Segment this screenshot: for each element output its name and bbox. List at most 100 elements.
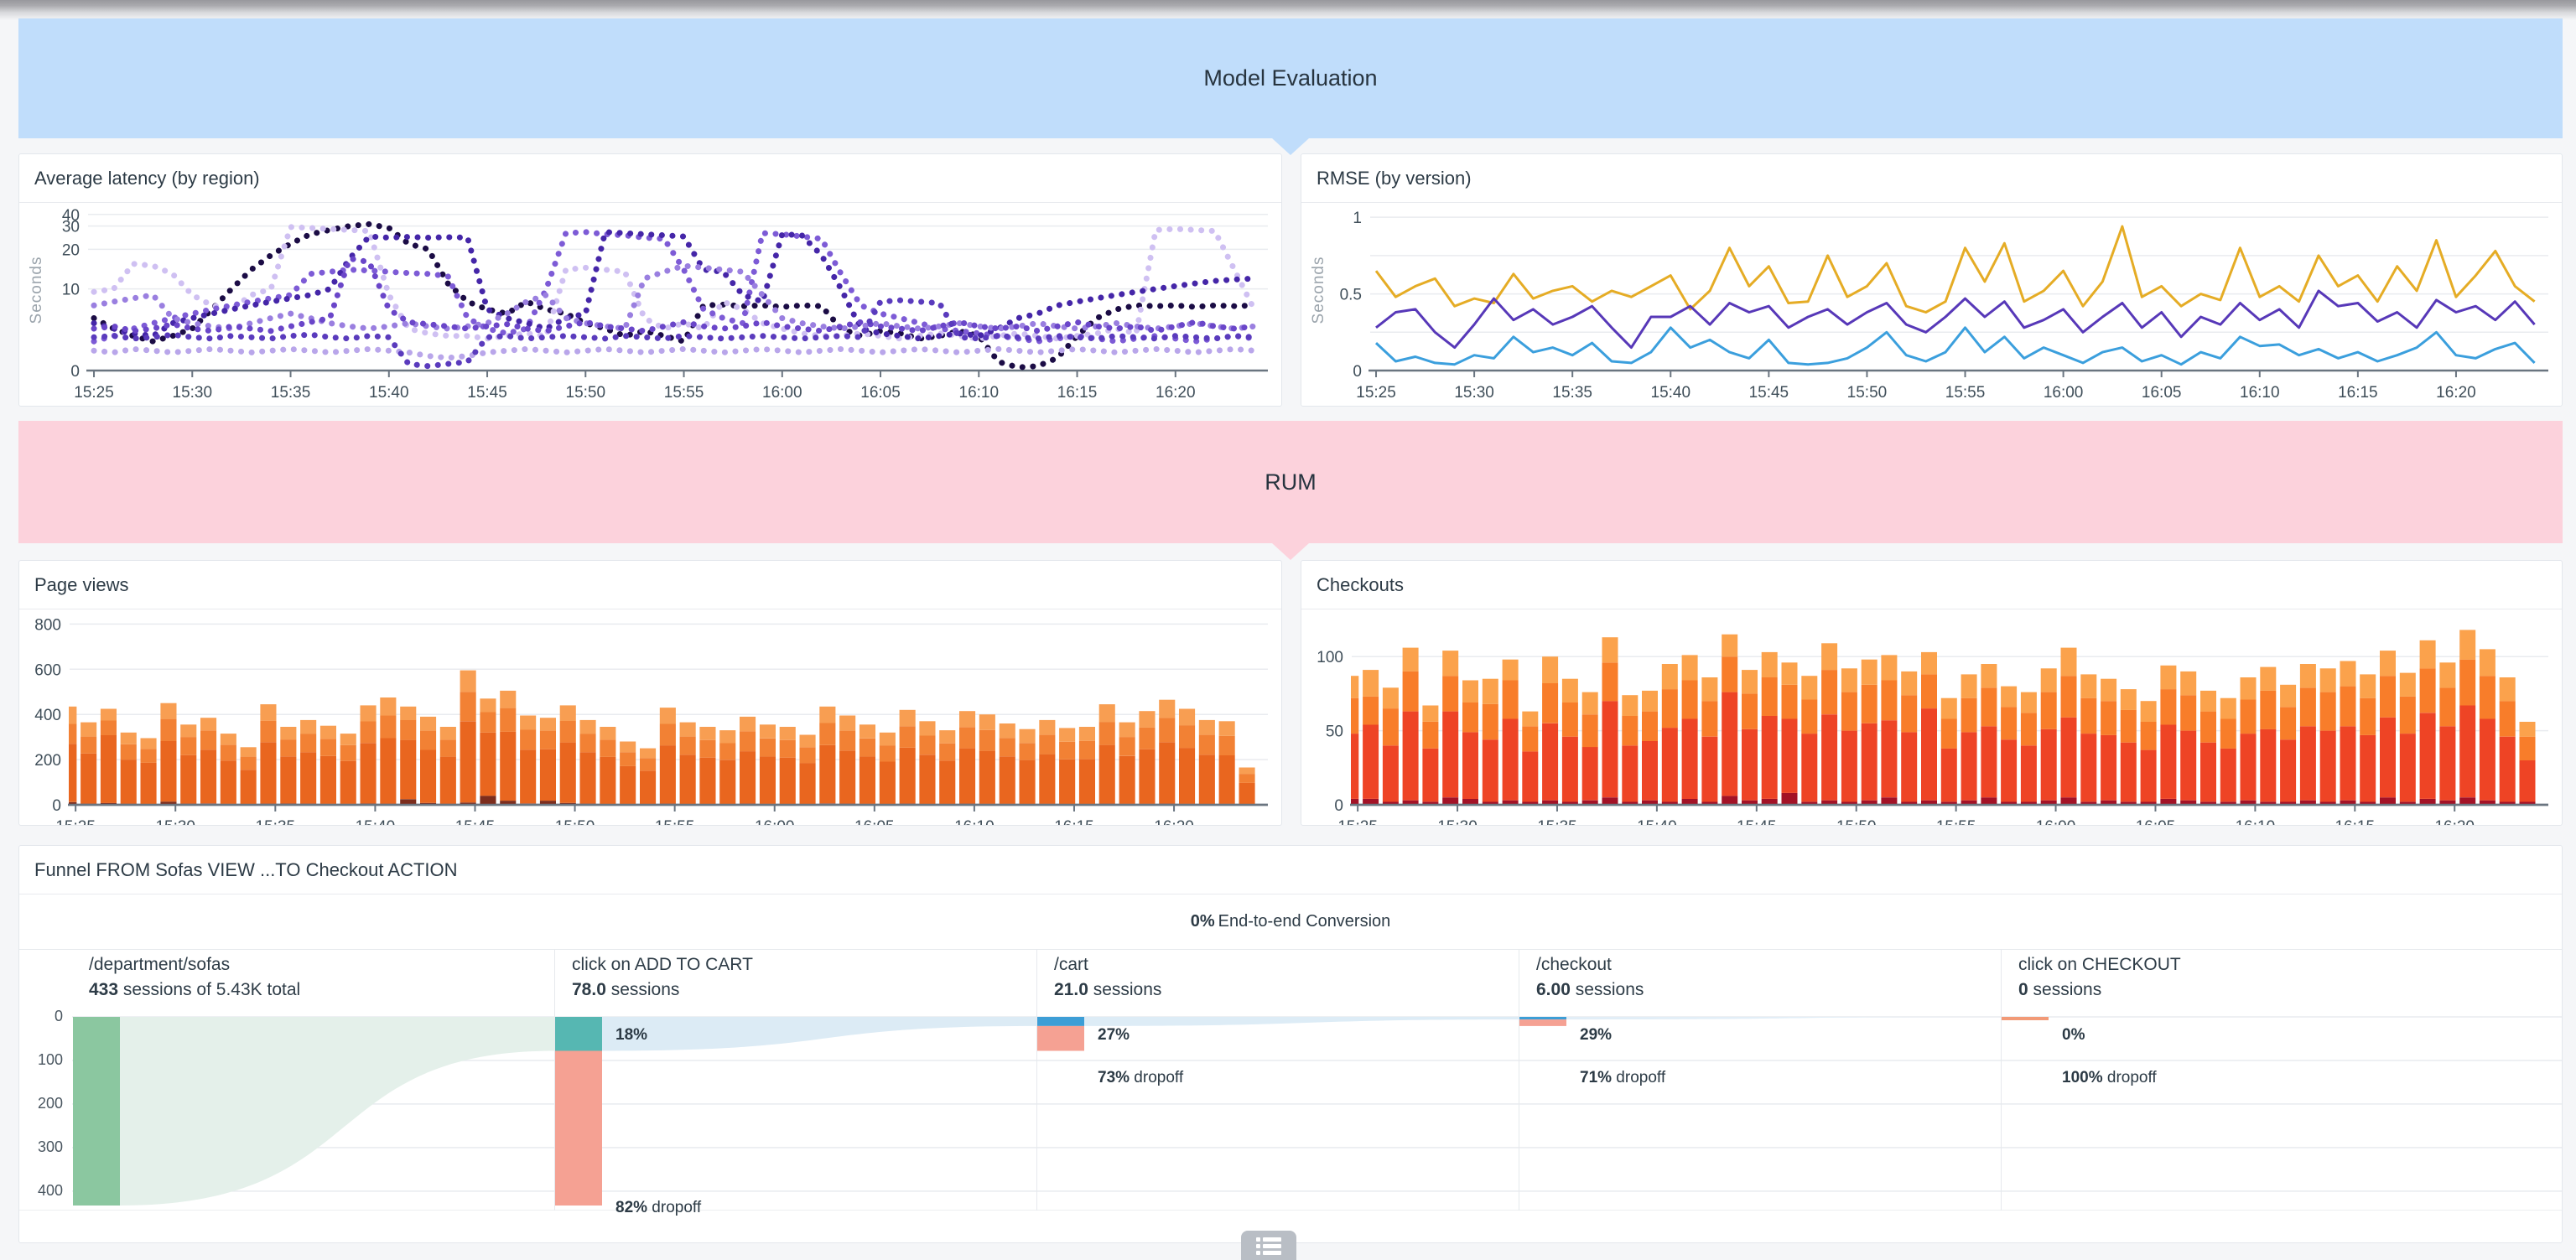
funnel-stage-column: /cart 21.0 sessions 27% 73% dropoff (1036, 950, 1519, 1211)
svg-text:15:40: 15:40 (356, 818, 396, 825)
funnel-stage-dropoff: 100% dropoff (2062, 1069, 2157, 1087)
funnel-stage-name: /cart (1054, 955, 1088, 975)
checkouts-svg: 05010015:2515:3015:3515:4015:4515:5015:5… (1301, 609, 2562, 825)
widget-checkouts: Checkouts 05010015:2515:3015:3515:4015:4… (1301, 560, 2563, 826)
svg-text:16:20: 16:20 (2434, 818, 2475, 825)
svg-text:16:05: 16:05 (860, 384, 901, 402)
funnel-stage-sessions: 433 sessions of 5.43K total (89, 980, 300, 1000)
svg-text:800: 800 (34, 616, 61, 634)
svg-text:15:45: 15:45 (467, 384, 507, 402)
banner-model-evaluation-label: Model Evaluation (1203, 65, 1377, 91)
funnel-y-tick: 300 (19, 1138, 63, 1156)
svg-text:Seconds: Seconds (1310, 257, 1327, 324)
svg-text:16:10: 16:10 (2236, 818, 2276, 825)
funnel-stage-column: /checkout 6.00 sessions29%71% dropoff (1519, 950, 2001, 1211)
svg-text:16:15: 16:15 (2338, 384, 2378, 402)
svg-text:1: 1 (1353, 210, 1362, 227)
widget-rmse: RMSE (by version) 00.5115:2515:3015:3515… (1301, 153, 2563, 407)
funnel-stage-sessions: 6.00 sessions (1536, 980, 1644, 1000)
svg-text:16:00: 16:00 (2036, 818, 2076, 825)
chart-title-rmse: RMSE (by version) (1301, 154, 2562, 203)
rmse-svg: 00.5115:2515:3015:3515:4015:4515:5015:55… (1301, 203, 2562, 406)
funnel-conversion-value: 0% (1191, 912, 1215, 931)
svg-text:16:05: 16:05 (2142, 384, 2182, 402)
funnel-stage-sessions: 21.0 sessions (1054, 980, 1161, 1000)
svg-text:15:55: 15:55 (664, 384, 704, 402)
svg-text:16:10: 16:10 (954, 818, 995, 825)
banner-rum: RUM (18, 421, 2563, 543)
window-chrome-shadow (0, 0, 2576, 20)
svg-text:15:25: 15:25 (1356, 384, 1396, 402)
svg-text:40: 40 (62, 207, 80, 225)
svg-text:Seconds: Seconds (28, 257, 45, 324)
svg-text:100: 100 (1317, 649, 1343, 666)
funnel-stage-dropoff: 73% dropoff (1098, 1069, 1183, 1087)
banner-notch (1272, 543, 1309, 560)
svg-text:16:15: 16:15 (2335, 818, 2376, 825)
svg-text:10: 10 (62, 282, 80, 299)
list-view-button[interactable] (1241, 1231, 1296, 1260)
svg-text:15:30: 15:30 (1454, 384, 1494, 402)
svg-text:16:00: 16:00 (2044, 384, 2084, 402)
svg-text:15:25: 15:25 (1337, 818, 1378, 825)
svg-text:15:50: 15:50 (555, 818, 595, 825)
widget-page-views: Page views 020040060080015:2515:3015:351… (18, 560, 1282, 826)
banner-rum-label: RUM (1265, 469, 1317, 495)
banner-notch (1272, 138, 1309, 155)
rmse-chart-plot[interactable]: 00.5115:2515:3015:3515:4015:4515:5015:55… (1301, 203, 2562, 406)
svg-text:15:45: 15:45 (1749, 384, 1789, 402)
checkouts-chart-plot[interactable]: 05010015:2515:3015:3515:4015:4515:5015:5… (1301, 609, 2562, 825)
svg-text:15:30: 15:30 (173, 384, 213, 402)
list-icon (1256, 1237, 1281, 1257)
svg-text:15:45: 15:45 (455, 818, 496, 825)
svg-text:15:50: 15:50 (566, 384, 606, 402)
funnel-y-tick: 100 (19, 1051, 63, 1069)
svg-text:400: 400 (34, 707, 61, 724)
funnel-stage-pct: 27% (1098, 1026, 1130, 1045)
funnel-stage-name: /department/sofas (89, 955, 230, 975)
funnel-stage-sessions: 0 sessions (2018, 980, 2101, 1000)
page-views-chart-plot[interactable]: 020040060080015:2515:3015:3515:4015:4515… (19, 609, 1281, 825)
svg-text:15:35: 15:35 (256, 818, 296, 825)
funnel-stage-dropoff: 82% dropoff (615, 1199, 701, 1217)
dashboard-page: Model Evaluation Average latency (by reg… (0, 0, 2576, 1260)
svg-text:600: 600 (34, 661, 61, 679)
banner-model-evaluation: Model Evaluation (18, 18, 2563, 138)
svg-text:50: 50 (1326, 723, 1343, 741)
funnel-plot[interactable]: 0100200300400 /department/sofas 433 sess… (19, 950, 2562, 1211)
svg-text:15:40: 15:40 (1637, 818, 1677, 825)
funnel-y-tick: 400 (19, 1182, 63, 1200)
widget-average-latency: Average latency (by region) 01020304015:… (18, 153, 1282, 407)
chart-title-page-views: Page views (19, 561, 1281, 609)
funnel-y-tick: 200 (19, 1095, 63, 1112)
funnel-conversion-summary: 0% End-to-end Conversion (19, 894, 2562, 950)
svg-text:16:10: 16:10 (959, 384, 1000, 402)
svg-text:16:05: 16:05 (2136, 818, 2176, 825)
svg-text:15:55: 15:55 (655, 818, 695, 825)
latency-chart-plot[interactable]: 01020304015:2515:3015:3515:4015:4515:501… (19, 203, 1281, 406)
svg-text:20: 20 (62, 241, 80, 259)
svg-text:0: 0 (70, 363, 80, 381)
svg-text:0.5: 0.5 (1340, 287, 1362, 304)
svg-text:15:55: 15:55 (1936, 818, 1976, 825)
svg-text:16:05: 16:05 (854, 818, 895, 825)
funnel-conversion-label: End-to-end Conversion (1218, 912, 1391, 931)
svg-text:15:35: 15:35 (1552, 384, 1592, 402)
svg-text:0: 0 (52, 797, 61, 815)
svg-text:15:40: 15:40 (369, 384, 409, 402)
svg-text:15:30: 15:30 (1437, 818, 1478, 825)
svg-text:16:15: 16:15 (1054, 818, 1094, 825)
svg-text:15:55: 15:55 (1945, 384, 1986, 402)
funnel-stage-name: click on CHECKOUT (2018, 955, 2181, 975)
svg-text:15:35: 15:35 (1537, 818, 1577, 825)
funnel-title: Funnel FROM Sofas VIEW ...TO Checkout AC… (19, 846, 2562, 894)
chart-title-latency: Average latency (by region) (19, 154, 1281, 203)
widget-funnel: Funnel FROM Sofas VIEW ...TO Checkout AC… (18, 845, 2563, 1243)
svg-text:15:25: 15:25 (55, 818, 96, 825)
svg-text:16:15: 16:15 (1057, 384, 1098, 402)
funnel-stage-column: click on CHECKOUT 0 sessions0%100% dropo… (2001, 950, 2562, 1211)
svg-text:0: 0 (1334, 797, 1343, 815)
latency-svg: 01020304015:2515:3015:3515:4015:4515:501… (19, 203, 1281, 406)
funnel-stage-dropoff: 71% dropoff (1580, 1069, 1665, 1087)
svg-text:15:25: 15:25 (74, 384, 114, 402)
